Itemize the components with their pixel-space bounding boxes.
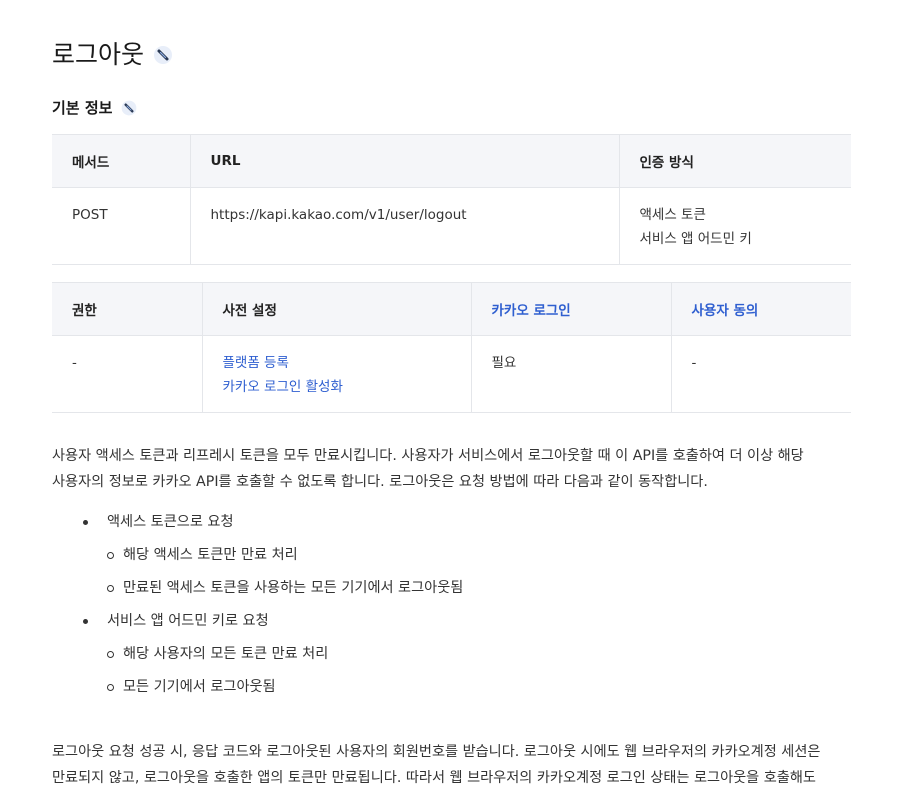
intro-line: 사용자의 정보로 카카오 API를 호출할 수 없도록 합니다. 로그아웃은 요… (52, 474, 708, 490)
auth-access-token: 액세스 토큰 (639, 207, 706, 223)
intro-paragraph: 사용자 액세스 토큰과 리프레시 토큰을 모두 만료시킵니다. 사용자가 서비스… (52, 443, 851, 495)
kakao-login-activate-link[interactable]: 카카오 로그인 활성화 (223, 375, 451, 399)
sub-list: 해당 사용자의 모든 토큰 만료 처리 모든 기기에서 로그아웃됨 (107, 638, 851, 704)
sub-list-item: 모든 기기에서 로그아웃됨 (107, 671, 851, 704)
behavior-list: 액세스 토큰으로 요청 해당 액세스 토큰만 만료 처리 만료된 액세스 토큰을… (52, 506, 851, 704)
auth-cell: 액세스 토큰 서비스 앱 어드민 키 (618, 187, 851, 265)
permission-table: 권한 사전 설정 카카오 로그인 사용자 동의 - 플랫폼 등록 카카오 로그인… (52, 282, 851, 413)
table-header-row: 권한 사전 설정 카카오 로그인 사용자 동의 (52, 282, 851, 336)
table-row: POST https://kapi.kakao.com/v1/user/logo… (52, 187, 851, 265)
basic-info-table: 메서드 URL 인증 방식 POST https://kapi.kakao.co… (52, 134, 851, 265)
table-row: - 플랫폼 등록 카카오 로그인 활성화 필요 - (52, 335, 851, 413)
sub-list-item: 만료된 액세스 토큰을 사용하는 모든 기기에서 로그아웃됨 (107, 572, 851, 605)
list-item: 서비스 앱 어드민 키로 요청 해당 사용자의 모든 토큰 만료 처리 모든 기… (52, 605, 851, 704)
method-cell: POST (52, 187, 190, 265)
table-header-row: 메서드 URL 인증 방식 (52, 134, 851, 188)
header-auth: 인증 방식 (618, 134, 851, 188)
outro-paragraph: 로그아웃 요청 성공 시, 응답 코드와 로그아웃된 사용자의 회원번호를 받습… (52, 739, 851, 791)
sub-list: 해당 액세스 토큰만 만료 처리 만료된 액세스 토큰을 사용하는 모든 기기에… (107, 539, 851, 605)
outro-line: 로그아웃 요청 성공 시, 응답 코드와 로그아웃된 사용자의 회원번호를 받습… (52, 744, 821, 760)
permission-cell: - (52, 335, 202, 413)
platform-register-link[interactable]: 플랫폼 등록 (223, 351, 451, 375)
section-title-text: 기본 정보 (52, 99, 113, 117)
sub-list-item: 해당 액세스 토큰만 만료 처리 (107, 539, 851, 572)
list-item: 액세스 토큰으로 요청 해당 액세스 토큰만 만료 처리 만료된 액세스 토큰을… (52, 506, 851, 605)
header-prereq: 사전 설정 (201, 282, 471, 336)
header-method: 메서드 (52, 134, 190, 188)
doc-page: 로그아웃 기본 정보 메서드 URL 인증 방식 POST https://ka… (0, 0, 910, 791)
page-title-text: 로그아웃 (52, 40, 145, 69)
link-icon[interactable] (120, 99, 138, 117)
auth-admin-key: 서비스 앱 어드민 키 (639, 231, 752, 247)
section-title: 기본 정보 (52, 96, 851, 120)
header-kakao-login-link[interactable]: 카카오 로그인 (470, 282, 671, 336)
list-item-label: 서비스 앱 어드민 키로 요청 (107, 613, 269, 629)
sub-list-item: 해당 사용자의 모든 토큰 만료 처리 (107, 638, 851, 671)
page-title: 로그아웃 (52, 0, 851, 74)
link-icon[interactable] (152, 44, 174, 66)
header-url: URL (189, 134, 619, 188)
outro-line: 만료되지 않고, 로그아웃을 호출한 앱의 토큰만 만료됩니다. 따라서 웹 브… (52, 770, 816, 786)
header-permission: 권한 (52, 282, 202, 336)
url-cell: https://kapi.kakao.com/v1/user/logout (189, 187, 619, 265)
kakao-login-cell: 필요 (470, 335, 671, 413)
user-consent-cell: - (670, 335, 851, 413)
prereq-cell: 플랫폼 등록 카카오 로그인 활성화 (201, 335, 471, 413)
header-user-consent-link[interactable]: 사용자 동의 (670, 282, 851, 336)
intro-line: 사용자 액세스 토큰과 리프레시 토큰을 모두 만료시킵니다. 사용자가 서비스… (52, 448, 804, 464)
list-item-label: 액세스 토큰으로 요청 (107, 514, 234, 530)
